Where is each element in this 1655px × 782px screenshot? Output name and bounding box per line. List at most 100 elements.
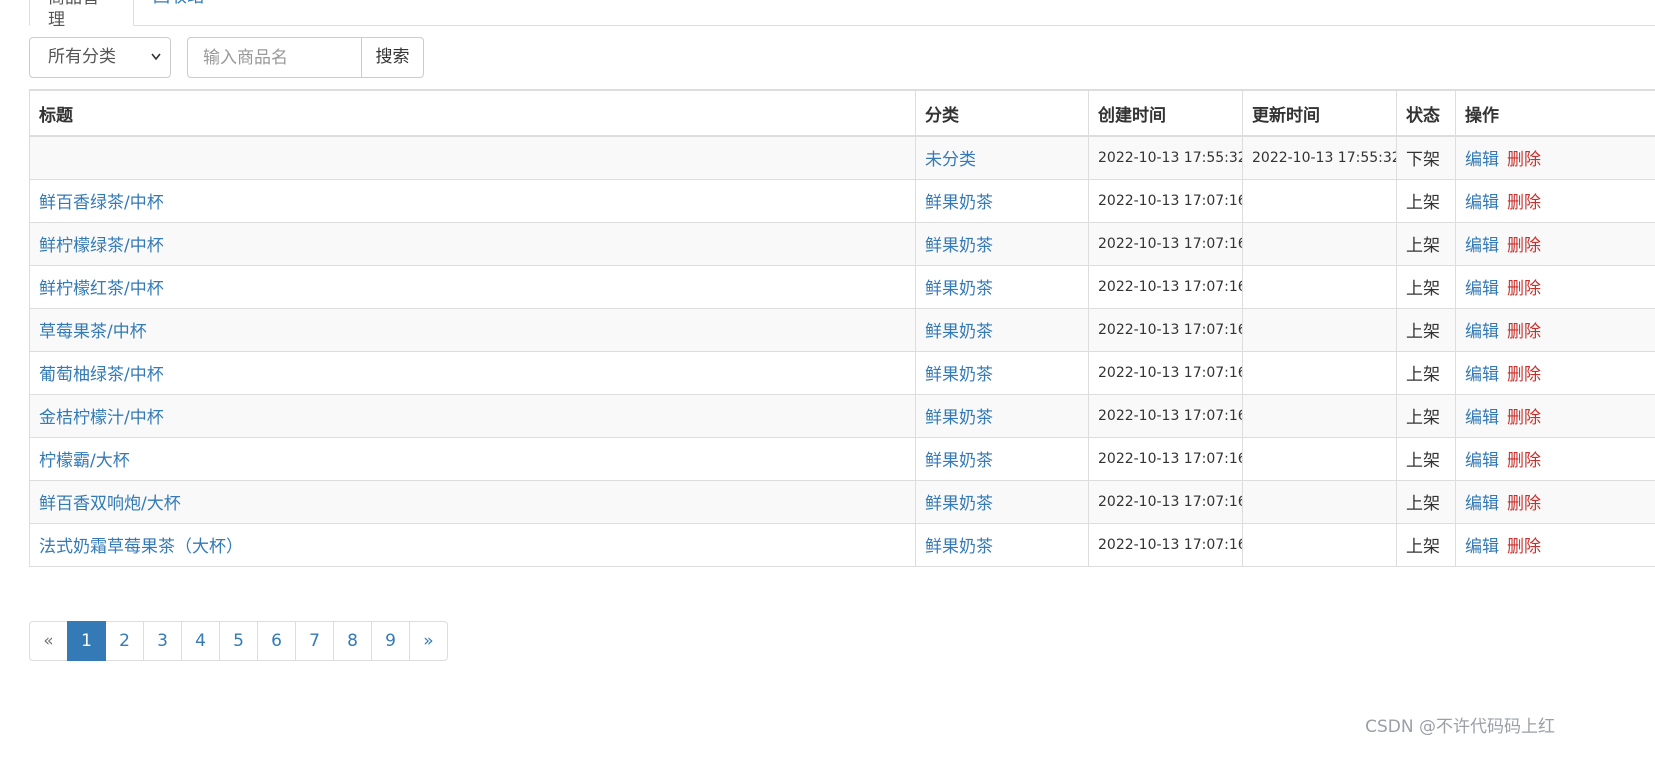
delete-link[interactable]: 删除 [1507, 365, 1541, 385]
table-row: 葡萄柚绿茶/中杯 鲜果奶茶 2022-10-13 17:07:16 上架 编辑删… [29, 350, 1655, 395]
updated-time [1242, 221, 1397, 266]
pagination-page-4[interactable]: 4 [181, 621, 220, 661]
updated-time [1242, 436, 1397, 481]
pagination-page-3[interactable]: 3 [143, 621, 182, 661]
search-input[interactable] [187, 37, 361, 78]
pagination-page-7[interactable]: 7 [295, 621, 334, 661]
watermark: CSDN @不许代码码上红 [1365, 717, 1555, 737]
edit-link[interactable]: 编辑 [1465, 193, 1499, 213]
product-title-link[interactable]: 鲜柠檬绿茶/中杯 [39, 236, 164, 256]
status-text: 上架 [1396, 178, 1456, 223]
table-row: 金桔柠檬汁/中杯 鲜果奶茶 2022-10-13 17:07:16 上架 编辑删… [29, 393, 1655, 438]
table-row: 柠檬霸/大杯 鲜果奶茶 2022-10-13 17:07:16 上架 编辑 删除 [29, 436, 1655, 481]
updated-time [1242, 393, 1397, 438]
edit-link[interactable]: 编辑 [1465, 322, 1499, 342]
status-text: 下架 [1396, 135, 1456, 180]
table-row: 草莓果茶/中杯 鲜果奶茶 2022-10-13 17:07:16 上架 编辑 删除 [29, 307, 1655, 352]
edit-link[interactable]: 编辑 [1465, 365, 1499, 385]
delete-link[interactable]: 删除 [1507, 322, 1541, 342]
category-select[interactable]: 所有分类 [29, 37, 171, 78]
header-actions: 操作 [1455, 89, 1655, 137]
category-link[interactable]: 鲜果奶茶 [925, 236, 993, 256]
updated-time [1242, 264, 1397, 309]
edit-link[interactable]: 编辑 [1465, 494, 1499, 514]
chevron-down-icon [151, 53, 161, 61]
delete-link[interactable]: 删除 [1507, 279, 1541, 299]
tab-bar: 商品管理 回收站 [29, 0, 1655, 30]
category-link[interactable]: 鲜果奶茶 [925, 365, 993, 385]
edit-link[interactable]: 编辑 [1465, 408, 1499, 428]
created-time: 2022-10-13 17:07:16 [1088, 221, 1243, 266]
status-text: 上架 [1396, 350, 1456, 395]
status-text: 上架 [1396, 221, 1456, 266]
header-updated[interactable]: 更新时间 [1242, 89, 1397, 137]
pagination: « 1 2 3 4 5 6 7 8 9 » [29, 621, 448, 661]
status-text: 上架 [1396, 393, 1456, 438]
edit-link[interactable]: 编辑 [1465, 451, 1499, 471]
delete-link[interactable]: 删除 [1507, 408, 1541, 428]
edit-link[interactable]: 编辑 [1465, 279, 1499, 299]
pagination-page-2[interactable]: 2 [105, 621, 144, 661]
status-text: 上架 [1396, 436, 1456, 481]
created-time: 2022-10-13 17:07:16 [1088, 393, 1243, 438]
delete-link[interactable]: 删除 [1507, 236, 1541, 256]
edit-link[interactable]: 编辑 [1465, 537, 1499, 557]
updated-time [1242, 350, 1397, 395]
tab-product-management[interactable]: 商品管理 [29, 0, 134, 30]
pagination-prev[interactable]: « [29, 621, 68, 661]
product-title-link[interactable]: 柠檬霸/大杯 [39, 451, 130, 471]
created-time: 2022-10-13 17:55:32 [1088, 135, 1243, 180]
pagination-page-6[interactable]: 6 [257, 621, 296, 661]
product-title-link[interactable]: 鲜百香双响炮/大杯 [39, 494, 181, 514]
search-button[interactable]: 搜索 [361, 37, 424, 78]
updated-time [1242, 307, 1397, 352]
category-link[interactable]: 鲜果奶茶 [925, 494, 993, 514]
status-text: 上架 [1396, 264, 1456, 309]
created-time: 2022-10-13 17:07:16 [1088, 178, 1243, 223]
status-text: 上架 [1396, 522, 1456, 567]
status-text: 上架 [1396, 307, 1456, 352]
product-title-link[interactable]: 鲜柠檬红茶/中杯 [39, 279, 164, 299]
category-select-value: 所有分类 [48, 47, 116, 67]
pagination-page-9[interactable]: 9 [371, 621, 410, 661]
delete-link[interactable]: 删除 [1507, 537, 1541, 557]
status-text: 上架 [1396, 479, 1456, 524]
category-link[interactable]: 鲜果奶茶 [925, 537, 993, 557]
header-created[interactable]: 创建时间 [1088, 89, 1243, 137]
table-row: 鲜柠檬绿茶/中杯 鲜果奶茶 2022-10-13 17:07:16 上架 编辑删… [29, 221, 1655, 266]
category-link[interactable]: 鲜果奶茶 [925, 193, 993, 213]
delete-link[interactable]: 删除 [1507, 494, 1541, 514]
category-link[interactable]: 鲜果奶茶 [925, 451, 993, 471]
table-row: 鲜柠檬红茶/中杯 鲜果奶茶 2022-10-13 17:07:16 上架 编辑删… [29, 264, 1655, 309]
table-header-row: 标题 分类 创建时间 更新时间 状态 操作 [29, 89, 1655, 137]
category-link[interactable]: 未分类 [925, 150, 976, 170]
product-title-link[interactable]: 金桔柠檬汁/中杯 [39, 408, 164, 428]
header-category[interactable]: 分类 [915, 89, 1089, 137]
delete-link[interactable]: 删除 [1507, 150, 1541, 170]
header-title[interactable]: 标题 [29, 89, 916, 137]
table-row: 鲜百香绿茶/中杯 鲜果奶茶 2022-10-13 17:07:16 上架 编辑删… [29, 178, 1655, 223]
delete-link[interactable]: 删除 [1507, 451, 1541, 471]
header-status[interactable]: 状态 [1396, 89, 1456, 137]
created-time: 2022-10-13 17:07:16 [1088, 522, 1243, 567]
delete-link[interactable]: 删除 [1507, 193, 1541, 213]
pagination-page-8[interactable]: 8 [333, 621, 372, 661]
pagination-page-1[interactable]: 1 [67, 621, 106, 661]
product-title-link[interactable]: 鲜百香绿茶/中杯 [39, 193, 164, 213]
created-time: 2022-10-13 17:07:16 [1088, 307, 1243, 352]
product-title-link[interactable]: 葡萄柚绿茶/中杯 [39, 365, 164, 385]
category-link[interactable]: 鲜果奶茶 [925, 408, 993, 428]
table-row: 未分类 2022-10-13 17:55:32 2022-10-13 17:55… [29, 135, 1655, 180]
pagination-page-5[interactable]: 5 [219, 621, 258, 661]
created-time: 2022-10-13 17:07:16 [1088, 436, 1243, 481]
edit-link[interactable]: 编辑 [1465, 236, 1499, 256]
product-title-link[interactable]: 草莓果茶/中杯 [39, 322, 147, 342]
category-link[interactable]: 鲜果奶茶 [925, 279, 993, 299]
product-title-link[interactable]: 法式奶霜草莓果茶（大杯） [39, 537, 243, 557]
edit-link[interactable]: 编辑 [1465, 150, 1499, 170]
pagination-next[interactable]: » [409, 621, 448, 661]
tab-recycle-bin[interactable]: 回收站 [135, 0, 222, 25]
updated-time [1242, 522, 1397, 567]
category-link[interactable]: 鲜果奶茶 [925, 322, 993, 342]
table-row: 鲜百香双响炮/大杯 鲜果奶茶 2022-10-13 17:07:16 上架 编辑… [29, 479, 1655, 524]
